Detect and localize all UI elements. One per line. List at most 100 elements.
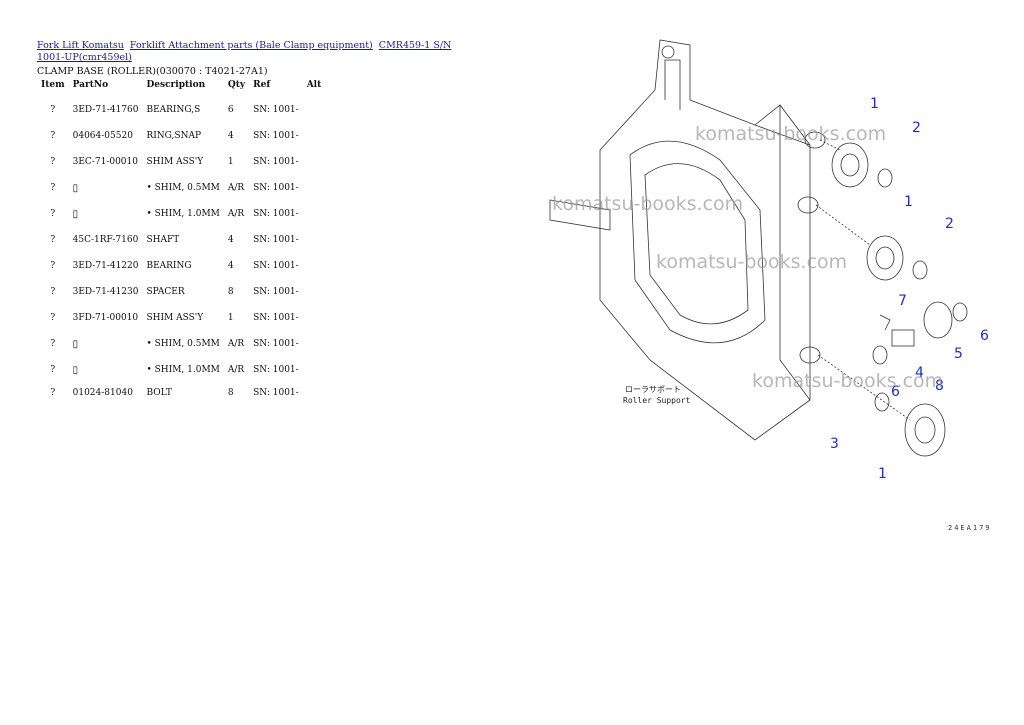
cell-description: SHIM ASS'Y [146, 313, 204, 323]
cell-description: SHIM ASS'Y [146, 157, 204, 167]
table-row: ? 04064-05520 RING,SNAP 4 SN: 1001- [37, 123, 325, 149]
bearing-mid [866, 235, 904, 281]
cell-item: ? [50, 157, 56, 167]
breadcrumb-link-attachment-parts[interactable]: Forklift Attachment parts (Bale Clamp eq… [130, 40, 373, 51]
cell-item: ? [50, 235, 56, 245]
cell-partno: 3EC-71-00010 [72, 157, 138, 167]
cell-item: ? [50, 388, 56, 398]
breadcrumb: Fork Lift Komatsu Forklift Attachment pa… [37, 40, 457, 64]
spacer-1 [872, 345, 888, 365]
cell-alt [303, 149, 326, 175]
table-row: ? ▯ • SHIM, 0.5MM A/R SN: 1001- [37, 175, 325, 201]
cell-ref: SN: 1001- [253, 261, 299, 271]
cell-qty: 4 [227, 235, 234, 245]
bearing-bottom [904, 403, 946, 457]
callout-6a: 6 [980, 328, 989, 344]
cell-alt [303, 201, 326, 227]
column-header-item: Item [41, 80, 65, 90]
parts-diagram: 1 2 1 2 7 6 5 4 8 6 3 1 ローラサポート Roller S… [549, 39, 989, 482]
parts-table: Item PartNo Description Qty Ref Alt ? 3ED… [37, 79, 325, 403]
missing-glyph-icon: ▯ [72, 208, 79, 220]
cell-ref: SN: 1001- [253, 339, 299, 349]
top-lug [661, 45, 675, 59]
column-header-partno: PartNo [72, 80, 109, 90]
cell-qty: A/R [227, 365, 245, 375]
cell-partno: ▯ [69, 331, 143, 357]
missing-glyph-icon: ▯ [72, 182, 79, 194]
table-row: ? 3EC-71-00010 SHIM ASS'Y 1 SN: 1001- [37, 149, 325, 175]
cell-item: ? [50, 105, 56, 115]
cell-partno: ▯ [69, 357, 143, 383]
watermark-2: komatsu-books.com [552, 193, 743, 215]
cell-partno: 3ED-71-41230 [72, 287, 139, 297]
diagram-code: 24EA179 [948, 524, 992, 532]
bearing-top-inner [840, 153, 860, 177]
cell-item: ? [50, 287, 56, 297]
cell-description: • SHIM, 1.0MM [146, 209, 220, 219]
watermark-1: komatsu-books.com [695, 123, 886, 145]
column-header-ref: Ref [253, 80, 271, 90]
cell-alt [303, 305, 326, 331]
cell-ref: SN: 1001- [253, 157, 299, 167]
watermark-3: komatsu-books.com [656, 251, 847, 273]
cell-ref: SN: 1001- [253, 131, 299, 141]
cell-ref: SN: 1001- [253, 235, 299, 245]
table-row: ? 3ED-71-41230 SPACER 8 SN: 1001- [37, 279, 325, 305]
column-header-alt: Alt [306, 80, 322, 90]
cell-description: • SHIM, 0.5MM [146, 183, 220, 193]
cell-alt [303, 383, 326, 403]
page-title: CLAMP BASE (ROLLER)(030070 : T4021-27A1) [37, 66, 268, 77]
callout-7: 7 [898, 293, 907, 309]
snap-ring-1 [877, 168, 893, 188]
cell-description: SHAFT [146, 235, 180, 245]
cell-description: RING,SNAP [146, 131, 202, 141]
frame-top-plate [664, 59, 681, 110]
cell-ref: SN: 1001- [253, 209, 299, 219]
caption-japanese: ローラサポート [625, 385, 681, 394]
table-row: ? ▯ • SHIM, 1.0MM A/R SN: 1001- [37, 201, 325, 227]
cell-qty: A/R [227, 183, 245, 193]
cell-partno: 04064-05520 [72, 131, 133, 141]
cell-item: ? [50, 131, 56, 141]
cell-alt [303, 279, 326, 305]
cell-qty: 1 [227, 157, 234, 167]
cell-description: BOLT [146, 388, 172, 398]
shim-plate [879, 314, 891, 331]
cell-ref: SN: 1001- [253, 183, 299, 193]
column-header-description: Description [146, 80, 206, 90]
table-row: ? ▯ • SHIM, 1.0MM A/R SN: 1001- [37, 357, 325, 383]
cell-alt [303, 123, 326, 149]
breadcrumb-link-forklift-komatsu[interactable]: Fork Lift Komatsu [37, 40, 124, 51]
cell-qty: A/R [227, 209, 245, 219]
cell-item: ? [50, 313, 56, 323]
cell-description: SPACER [146, 287, 185, 297]
cell-partno: ▯ [69, 201, 143, 227]
cell-partno: 01024-81040 [72, 388, 133, 398]
cell-ref: SN: 1001- [253, 388, 299, 398]
cell-ref: SN: 1001- [253, 105, 299, 115]
bearing-top [831, 142, 869, 188]
cell-description: • SHIM, 0.5MM [146, 339, 220, 349]
shim-block [891, 329, 915, 347]
cell-partno: 3FD-71-00010 [72, 313, 139, 323]
table-row: ? 01024-81040 BOLT 8 SN: 1001- [37, 383, 325, 403]
bearing-small [923, 301, 953, 339]
cell-item: ? [50, 261, 56, 271]
cell-qty: 4 [227, 131, 234, 141]
table-header-row: Item PartNo Description Qty Ref Alt [37, 79, 325, 97]
frame-inner-ring [644, 163, 749, 325]
callout-1c: 1 [878, 466, 887, 482]
cell-alt [303, 357, 326, 383]
cell-item: ? [50, 339, 56, 349]
spacer-2 [874, 392, 890, 412]
cell-description: BEARING [146, 261, 192, 271]
bearing-mid-inner [875, 246, 895, 270]
callout-3: 3 [830, 436, 839, 452]
cell-partno: 3ED-71-41220 [72, 261, 139, 271]
cell-ref: SN: 1001- [253, 365, 299, 375]
cell-qty: 6 [227, 105, 234, 115]
cell-partno: 45C-1RF-7160 [72, 235, 139, 245]
cell-item: ? [50, 365, 56, 375]
snap-ring-2 [912, 260, 928, 280]
cell-alt [303, 175, 326, 201]
